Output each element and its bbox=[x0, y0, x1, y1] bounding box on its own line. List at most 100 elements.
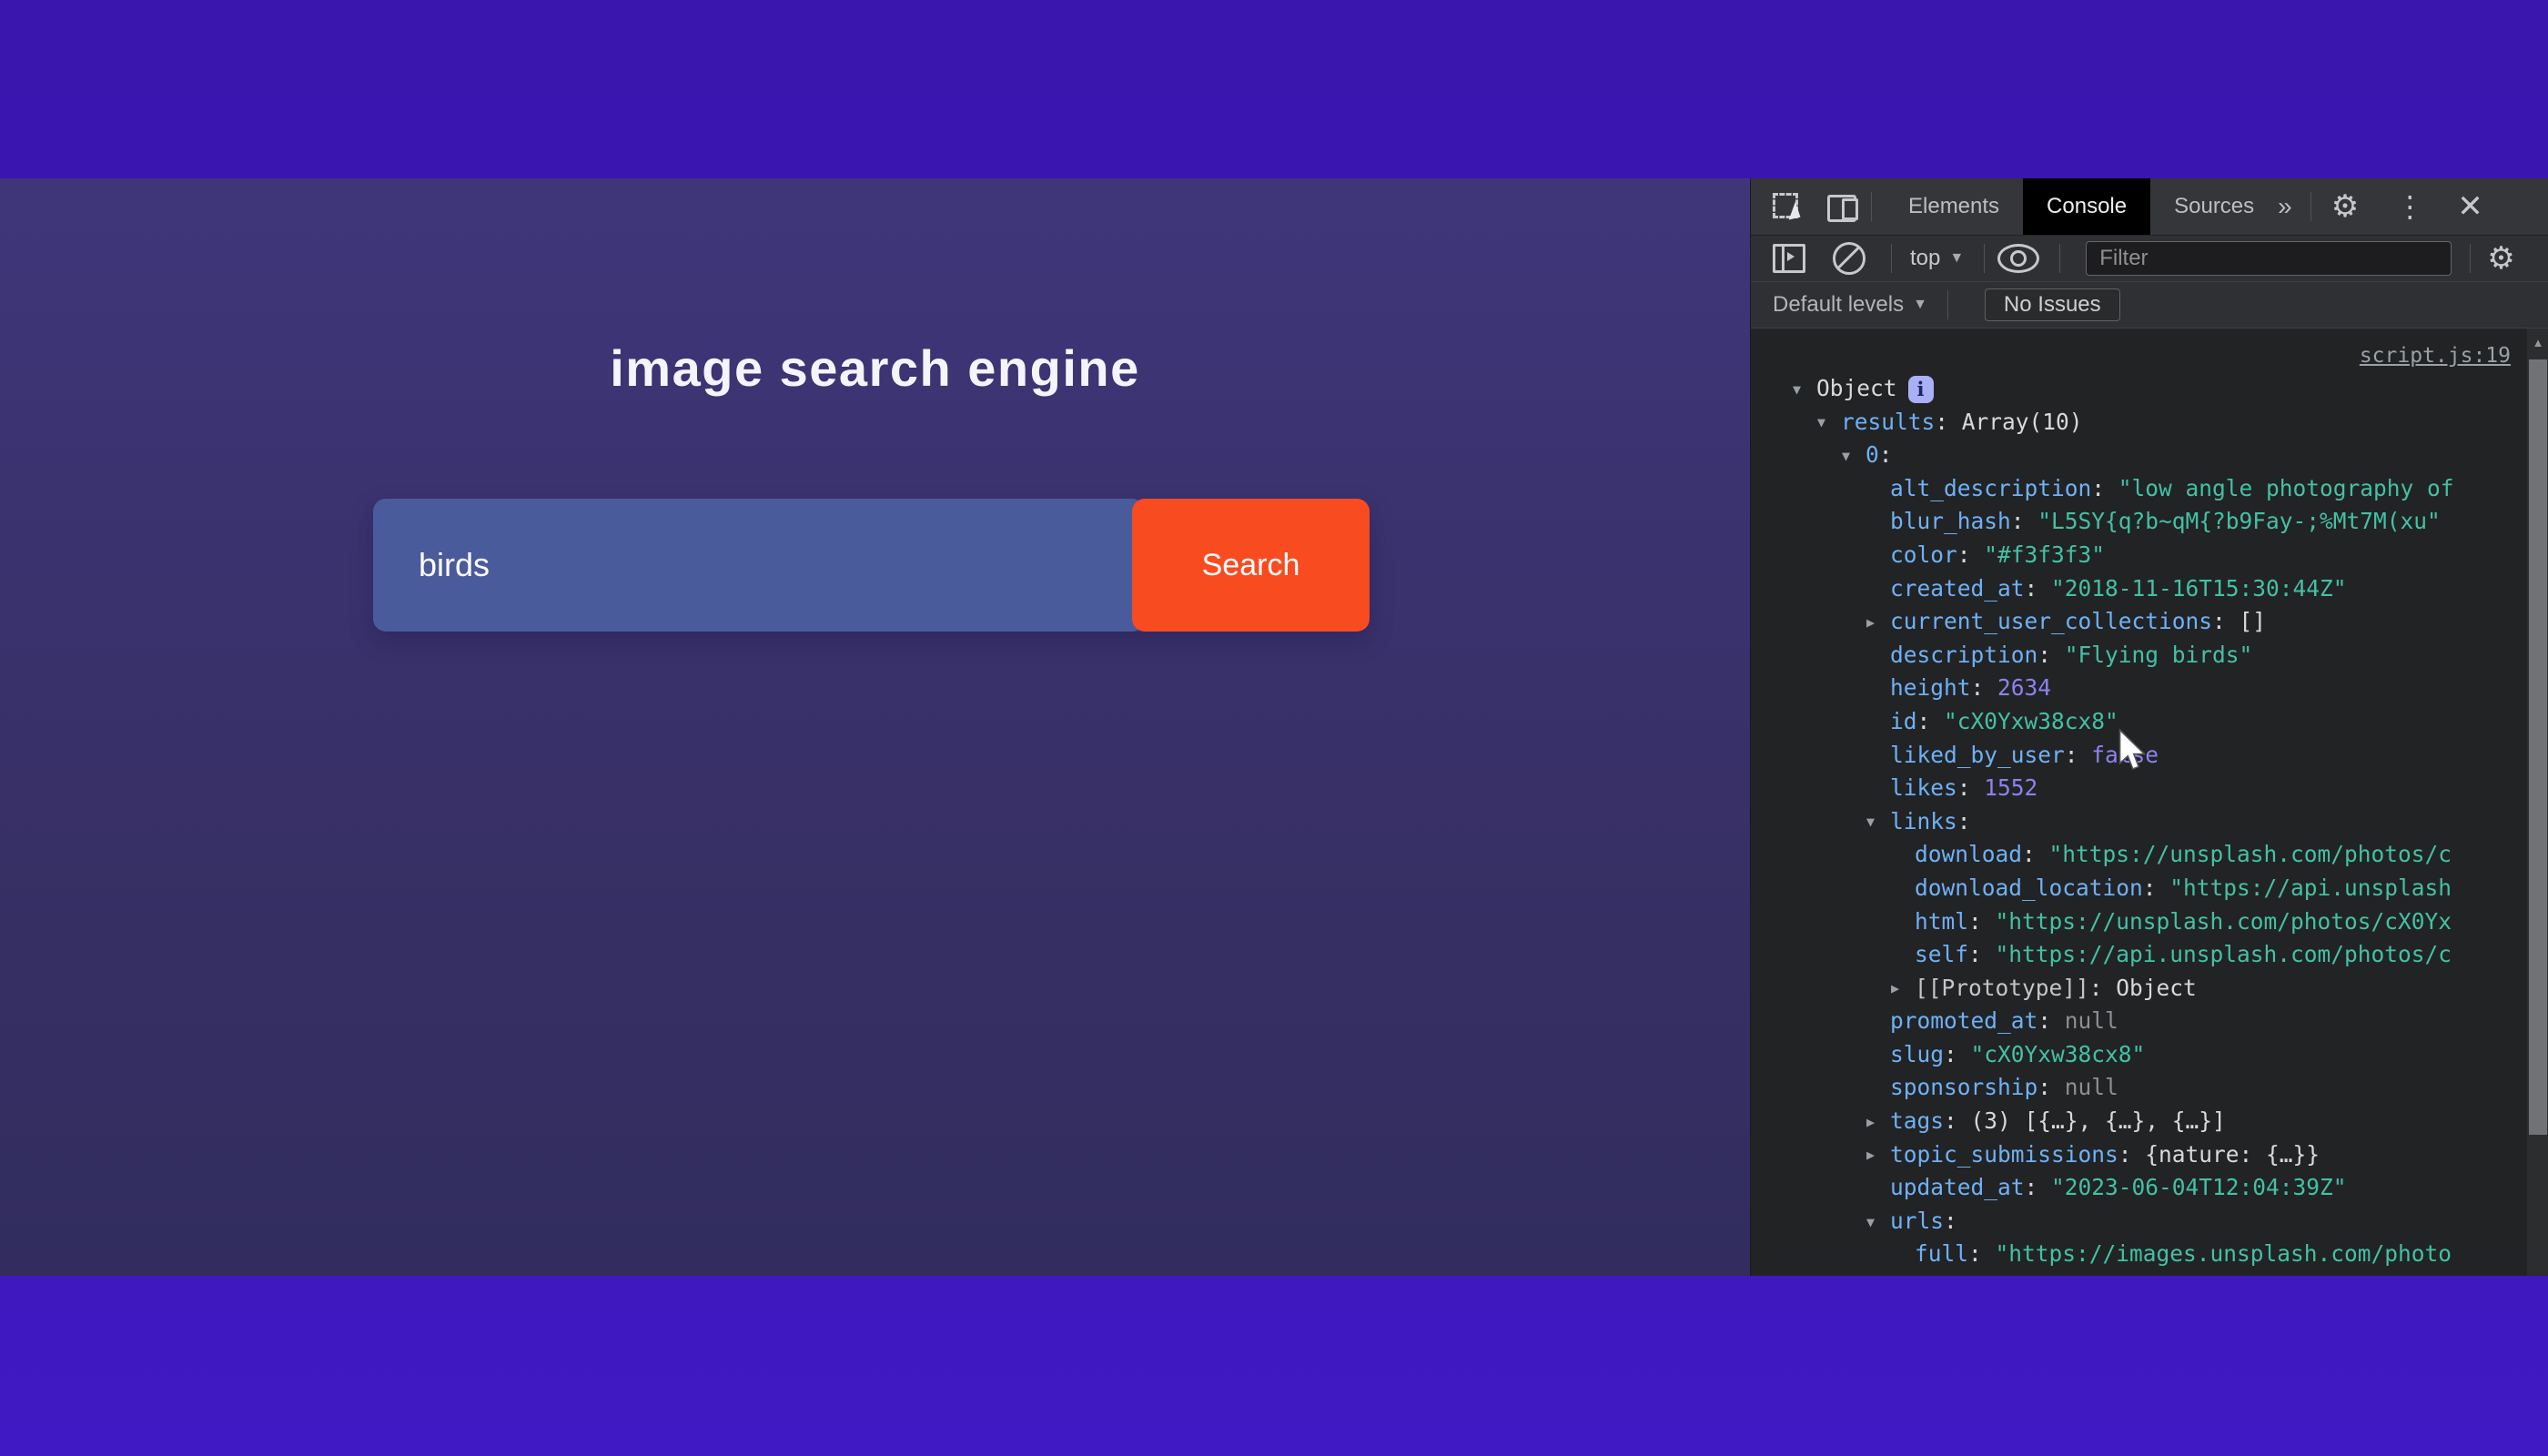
console-text: : bbox=[2143, 875, 2170, 901]
console-text: null bbox=[2065, 1074, 2118, 1100]
console-row: blur_hash: "L5SY{q?b~qM{?b9Fay-;%Mt7M(xu… bbox=[1751, 505, 2527, 539]
inspect-element-icon[interactable] bbox=[1773, 193, 1800, 220]
console-text: full bbox=[1915, 1240, 1968, 1267]
log-levels-selector[interactable]: Default levels ▼ bbox=[1773, 292, 1927, 318]
device-toolbar-icon[interactable] bbox=[1827, 193, 1858, 220]
clear-console-icon[interactable] bbox=[1833, 242, 1866, 275]
console-row: color: "#f3f3f3" bbox=[1751, 539, 2527, 572]
collapse-arrow-icon[interactable]: ▼ bbox=[1866, 805, 1890, 838]
console-text: : bbox=[1968, 1240, 1996, 1267]
chevron-down-icon: ▼ bbox=[1949, 250, 1964, 267]
collapse-arrow-icon[interactable]: ▼ bbox=[1842, 440, 1866, 472]
console-text: : bbox=[2212, 608, 2240, 634]
console-output: script.js:19 ▼Objecti▼results: Array(10)… bbox=[1751, 329, 2548, 1276]
separator bbox=[2059, 244, 2060, 273]
devtools-panel: Elements Console Sources » ⚙ ⋮ ✕ top ▼ bbox=[1750, 178, 2548, 1276]
console-text: blur_hash bbox=[1890, 508, 2011, 534]
console-text: "https://images.unsplash.com/photo bbox=[1996, 1240, 2452, 1267]
console-row: ▶tags: (3) [{…}, {…}, {…}] bbox=[1751, 1105, 2527, 1138]
console-text: : bbox=[2037, 1007, 2065, 1034]
issues-badge[interactable]: No Issues bbox=[1985, 288, 2120, 321]
console-text: : bbox=[1957, 541, 1985, 568]
console-text: "2023-06-04T12:04:39Z" bbox=[2051, 1174, 2347, 1200]
console-text: false bbox=[2091, 742, 2159, 768]
search-input[interactable] bbox=[373, 499, 1145, 632]
console-row: download_location: "https://api.unsplash bbox=[1751, 872, 2527, 905]
scrollbar-up-arrow-icon[interactable]: ▲ bbox=[2527, 332, 2548, 354]
console-text: liked_by_user bbox=[1890, 742, 2065, 768]
console-text: Object bbox=[1816, 375, 1897, 401]
console-row: self: "https://api.unsplash.com/photos/c bbox=[1751, 938, 2527, 972]
console-text: : bbox=[1968, 908, 1996, 935]
console-row: full: "https://images.unsplash.com/photo bbox=[1751, 1238, 2527, 1271]
expand-arrow-icon[interactable]: ▶ bbox=[1866, 1138, 1890, 1171]
filter-input[interactable] bbox=[2086, 241, 2452, 276]
console-scrollbar[interactable]: ▲ bbox=[2527, 329, 2548, 1276]
kebab-menu-icon[interactable]: ⋮ bbox=[2395, 192, 2424, 221]
sidebar-toggle-icon[interactable] bbox=[1773, 244, 1805, 273]
console-text: topic_submissions bbox=[1890, 1141, 2118, 1168]
context-selector[interactable]: top ▼ bbox=[1910, 246, 1964, 271]
console-text: 0 bbox=[1866, 441, 1879, 468]
console-settings-gear-icon[interactable]: ⚙ bbox=[2487, 243, 2514, 274]
collapse-arrow-icon[interactable]: ▼ bbox=[1866, 1206, 1890, 1239]
close-icon[interactable]: ✕ bbox=[2457, 191, 2483, 222]
log-levels-label: Default levels bbox=[1773, 292, 1904, 318]
console-row: sponsorship: null bbox=[1751, 1071, 2527, 1105]
console-row: liked_by_user: false bbox=[1751, 739, 2527, 773]
settings-gear-icon[interactable]: ⚙ bbox=[2331, 191, 2359, 222]
console-text: urls bbox=[1890, 1208, 1944, 1234]
console-text: "L5SY{q?b~qM{?b9Fay-;%Mt7M(xu" bbox=[2037, 508, 2441, 534]
more-tabs-icon[interactable]: » bbox=[2278, 192, 2290, 221]
separator bbox=[1891, 244, 1892, 273]
console-levelbar: Default levels ▼ No Issues bbox=[1751, 282, 2548, 329]
console-text: "2018-11-16T15:30:44Z" bbox=[2051, 575, 2347, 602]
scrollbar-thumb[interactable] bbox=[2529, 359, 2547, 1135]
console-text: Object bbox=[2116, 975, 2197, 1001]
console-text: download bbox=[1915, 841, 2022, 867]
console-text: : bbox=[1935, 409, 1962, 435]
console-text: current_user_collections bbox=[1890, 608, 2212, 634]
console-text: "cX0Yxw38cx8" bbox=[1971, 1041, 2146, 1067]
console-text: : bbox=[2089, 975, 2117, 1001]
expand-arrow-icon[interactable]: ▶ bbox=[1891, 972, 1915, 1005]
separator bbox=[1947, 290, 1948, 319]
console-row: promoted_at: null bbox=[1751, 1005, 2527, 1038]
console-text: promoted_at bbox=[1890, 1007, 2037, 1034]
tab-sources[interactable]: Sources bbox=[2150, 178, 2278, 235]
console-text: : bbox=[1917, 708, 1945, 734]
expand-arrow-icon[interactable]: ▶ bbox=[1866, 606, 1890, 639]
console-row: ▼urls: bbox=[1751, 1205, 2527, 1239]
console-text: html bbox=[1915, 908, 1968, 935]
console-text: [[Prototype]] bbox=[1915, 975, 2089, 1001]
console-row: ▼Objecti bbox=[1751, 372, 2527, 406]
console-text: : bbox=[2065, 742, 2092, 768]
console-row: ▶topic_submissions: {nature: {…}} bbox=[1751, 1138, 2527, 1172]
console-text: "#f3f3f3" bbox=[1984, 541, 2105, 568]
console-row: alt_description: "low angle photography … bbox=[1751, 472, 2527, 506]
console-row: ▼0: bbox=[1751, 439, 2527, 472]
tab-console[interactable]: Console bbox=[2023, 178, 2150, 235]
collapse-arrow-icon[interactable]: ▼ bbox=[1793, 373, 1816, 406]
console-text: likes bbox=[1890, 774, 1957, 801]
tab-elements[interactable]: Elements bbox=[1885, 178, 2023, 235]
console-text: : bbox=[2118, 1141, 2146, 1168]
console-text: 2634 bbox=[1997, 674, 2051, 701]
console-messages: script.js:19 ▼Objecti▼results: Array(10)… bbox=[1751, 329, 2527, 1276]
console-text: : bbox=[1879, 441, 1893, 468]
console-text: self bbox=[1915, 941, 1968, 967]
live-expression-eye-icon[interactable] bbox=[1997, 244, 2039, 273]
source-link[interactable]: script.js:19 bbox=[2360, 344, 2511, 368]
page-title: image search engine bbox=[0, 178, 1750, 398]
console-text: : bbox=[2037, 1074, 2065, 1100]
console-text: : bbox=[2037, 642, 2065, 668]
clear-slash bbox=[1838, 246, 1861, 268]
separator bbox=[1871, 192, 1872, 221]
console-text: "https://unsplash.com/photos/cX0Yx bbox=[1996, 908, 2452, 935]
console-text: : bbox=[1957, 774, 1985, 801]
expand-arrow-icon[interactable]: ▶ bbox=[1866, 1106, 1890, 1138]
console-text: "https://api.unsplash.com/photos/c bbox=[1996, 941, 2452, 967]
search-button[interactable]: Search bbox=[1132, 499, 1370, 632]
console-text: : bbox=[1944, 1107, 1971, 1134]
collapse-arrow-icon[interactable]: ▼ bbox=[1817, 406, 1841, 439]
